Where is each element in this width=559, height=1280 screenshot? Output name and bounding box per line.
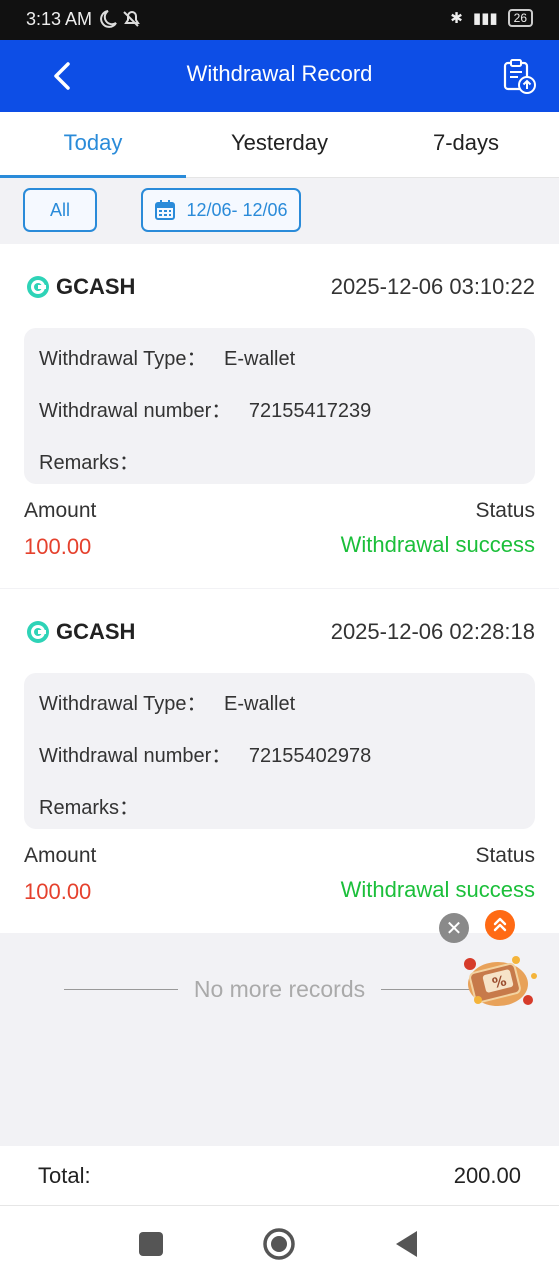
status-right: ✱ ▮▮▮ 26 bbox=[450, 9, 533, 27]
tab-label: 7-days bbox=[432, 130, 500, 155]
total-bar: Total: 200.00 bbox=[0, 1146, 559, 1206]
withdrawal-type-label: Withdrawal Type： bbox=[39, 693, 207, 715]
withdrawal-number-label: Withdrawal number： bbox=[39, 400, 232, 422]
withdrawal-number-value: 72155417239 bbox=[248, 400, 372, 422]
filter-all-label: All bbox=[49, 199, 70, 220]
close-icon[interactable]: ✕ bbox=[439, 913, 469, 943]
total-value: 200.00 bbox=[453, 1163, 521, 1188]
record-datetime: 2025-12-06 02:28:18 bbox=[330, 619, 535, 644]
amount-value: 100.00 bbox=[24, 879, 92, 904]
withdrawal-type-label: Withdrawal Type： bbox=[39, 348, 207, 370]
payment-method: GCASH bbox=[26, 619, 135, 645]
filter-bar: All 12/06- 12/06 bbox=[0, 178, 559, 244]
tab-yesterday[interactable]: Yesterday bbox=[186, 112, 373, 178]
record-card: GCASH 2025-12-06 02:28:18 Withdrawal Typ… bbox=[0, 589, 559, 933]
record-details: Withdrawal Type： E-wallet Withdrawal num… bbox=[24, 673, 535, 829]
payment-method-label: GCASH bbox=[56, 274, 136, 299]
double-chevron-up-icon[interactable] bbox=[485, 910, 515, 940]
record-card: GCASH 2025-12-06 03:10:22 Withdrawal Typ… bbox=[0, 244, 559, 588]
status-time: 3:13 AM bbox=[26, 9, 93, 29]
withdrawal-type-value: E-wallet bbox=[224, 348, 296, 370]
signal-icon: ▮▮▮ bbox=[472, 10, 498, 27]
payment-method: GCASH bbox=[26, 274, 135, 300]
promo-gift-icon[interactable]: % bbox=[458, 950, 542, 1012]
status-bar: 3:13 AM ✱ ▮▮▮ 26 bbox=[0, 0, 559, 40]
withdrawal-number-label: Withdrawal number： bbox=[39, 745, 232, 767]
record-details: Withdrawal Type： E-wallet Withdrawal num… bbox=[24, 328, 535, 484]
remarks-label: Remarks： bbox=[39, 797, 140, 819]
page-title: Withdrawal Record bbox=[186, 61, 373, 86]
calendar-icon bbox=[155, 200, 176, 220]
tab-7-days[interactable]: 7-days bbox=[373, 112, 559, 178]
payment-method-label: GCASH bbox=[56, 619, 136, 644]
clipboard-upload-icon[interactable] bbox=[499, 56, 539, 96]
amount-value: 100.00 bbox=[24, 534, 92, 559]
withdrawal-type-value: E-wallet bbox=[224, 693, 296, 715]
status-label: Status bbox=[475, 499, 535, 522]
bluetooth-icon: ✱ bbox=[450, 10, 463, 27]
tab-today[interactable]: Today bbox=[0, 112, 186, 178]
system-nav-bar bbox=[0, 1206, 559, 1280]
battery-icon: 26 bbox=[507, 9, 533, 27]
record-datetime: 2025-12-06 03:10:22 bbox=[330, 274, 535, 299]
withdrawal-number-row: Withdrawal number： 72155402978 bbox=[39, 739, 371, 768]
tab-label: Yesterday bbox=[230, 130, 329, 155]
amount-label: Amount bbox=[24, 844, 97, 867]
remarks-label: Remarks： bbox=[39, 452, 140, 474]
status-value: Withdrawal success bbox=[340, 877, 535, 902]
filter-all-button[interactable]: All bbox=[23, 188, 97, 232]
app-header: Withdrawal Record bbox=[0, 40, 559, 112]
triangle-back-icon[interactable] bbox=[388, 1226, 424, 1262]
gcash-logo-icon bbox=[27, 621, 49, 643]
withdrawal-type-row: Withdrawal Type： E-wallet bbox=[39, 342, 295, 371]
withdrawal-number-row: Withdrawal number： 72155417239 bbox=[39, 394, 371, 423]
withdrawal-number-value: 72155402978 bbox=[248, 745, 372, 767]
amount-label: Amount bbox=[24, 499, 97, 522]
remarks-row: Remarks： bbox=[39, 791, 139, 820]
status-value: Withdrawal success bbox=[340, 532, 535, 557]
moon-icon bbox=[100, 10, 140, 28]
circle-icon[interactable] bbox=[261, 1226, 297, 1262]
date-tabs: Today Yesterday 7-days bbox=[0, 112, 559, 178]
status-label: Status bbox=[475, 844, 535, 867]
status-system-icons bbox=[100, 8, 140, 35]
date-range-button[interactable]: 12/06- 12/06 bbox=[141, 188, 301, 232]
tab-label: Today bbox=[63, 130, 123, 155]
total-label: Total: bbox=[38, 1163, 91, 1188]
date-range-label: 12/06- 12/06 bbox=[186, 199, 288, 220]
withdrawal-type-row: Withdrawal Type： E-wallet bbox=[39, 687, 295, 716]
square-icon[interactable] bbox=[133, 1226, 169, 1262]
gcash-logo-icon bbox=[27, 276, 49, 298]
remarks-row: Remarks： bbox=[39, 446, 139, 475]
